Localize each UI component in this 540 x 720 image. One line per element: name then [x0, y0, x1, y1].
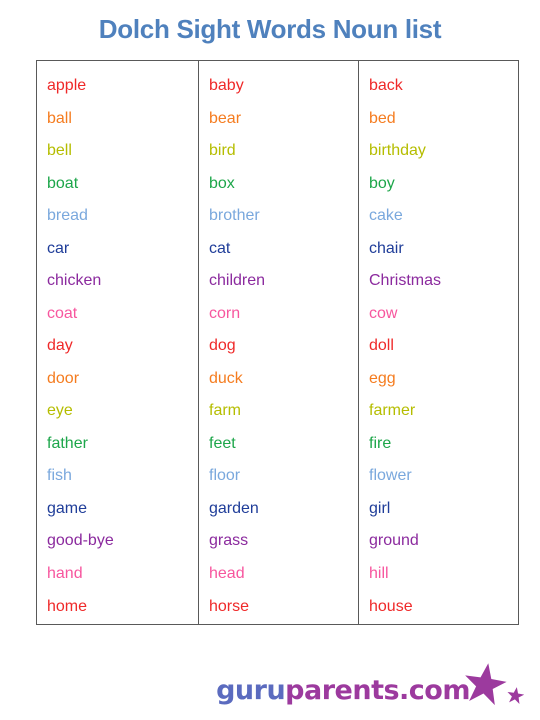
word-cell: bird [209, 142, 236, 160]
word-cell: horse [209, 597, 250, 615]
word-cell: bread [47, 207, 88, 225]
word-cell: egg [369, 369, 396, 387]
word-cell: birthday [369, 142, 426, 160]
word-cell: father [47, 434, 88, 452]
star-icon-small [506, 686, 525, 705]
word-cell: back [369, 77, 403, 94]
word-cell: cat [209, 239, 231, 257]
word-cell: floor [209, 467, 241, 485]
word-cell: grass [209, 532, 249, 550]
word-cell: hand [47, 564, 83, 582]
word-cell: corn [209, 304, 241, 322]
word-cell: cow [369, 304, 398, 322]
word-cell: ground [369, 532, 419, 550]
word-cell: coat [47, 304, 78, 322]
word-cell: chair [369, 239, 404, 257]
word-cell: farmer [369, 402, 416, 420]
word-cell: eye [47, 402, 73, 420]
word-cell: brother [209, 207, 260, 225]
word-cell: game [47, 499, 88, 517]
logo-parents-text: parents.com [285, 675, 470, 706]
word-cell: fire [369, 434, 392, 452]
word-cell: bed [369, 109, 396, 127]
word-cell: good-bye [47, 532, 114, 550]
word-column-2: baby bear bird box brother cat children corn dog… [199, 61, 359, 624]
word-cell: bear [209, 109, 242, 127]
word-cell: flower [369, 467, 412, 485]
word-cell: garden [209, 499, 259, 517]
word-cell: door [47, 369, 80, 387]
word-cell: hill [369, 564, 389, 582]
word-cell: duck [209, 369, 243, 387]
word-cell: car [47, 239, 70, 257]
word-cell: Christmas [369, 272, 442, 290]
word-cell: doll [369, 337, 394, 355]
guruparents-logo[interactable]: guruparents.com [216, 660, 524, 706]
page-title: Dolch Sight Words Noun list [98, 14, 442, 44]
word-cell: children [209, 272, 266, 290]
logo-wordmark: guruparents.com [216, 676, 470, 706]
word-cell: apple [47, 77, 87, 94]
word-cell: day [47, 337, 73, 355]
word-cell: head [209, 564, 245, 582]
word-cell: bell [47, 142, 72, 160]
word-cell: home [47, 597, 88, 615]
word-cell: girl [369, 499, 391, 517]
word-cell: boy [369, 174, 395, 192]
word-cell: dog [209, 337, 236, 355]
word-cell: boat [47, 174, 79, 192]
word-cell: house [369, 597, 413, 615]
word-column-3: back bed birthday boy cake chair Christmas cow d… [359, 61, 518, 624]
logo-guru-text: guru [216, 675, 286, 706]
word-cell: chicken [47, 272, 102, 290]
word-cell: farm [209, 402, 241, 420]
word-cell: fish [47, 467, 72, 485]
word-cell: cake [369, 207, 403, 225]
word-cell: ball [47, 109, 72, 127]
word-cell: box [209, 174, 235, 192]
word-column-1: apple ball bell boat bread car chicken coat day d… [37, 61, 199, 624]
word-cell: baby [209, 77, 244, 94]
word-cell: feet [209, 434, 236, 452]
footer: guruparents.com [0, 654, 540, 712]
word-list-table: apple ball bell boat bread car chicken coat day d… [36, 60, 519, 625]
